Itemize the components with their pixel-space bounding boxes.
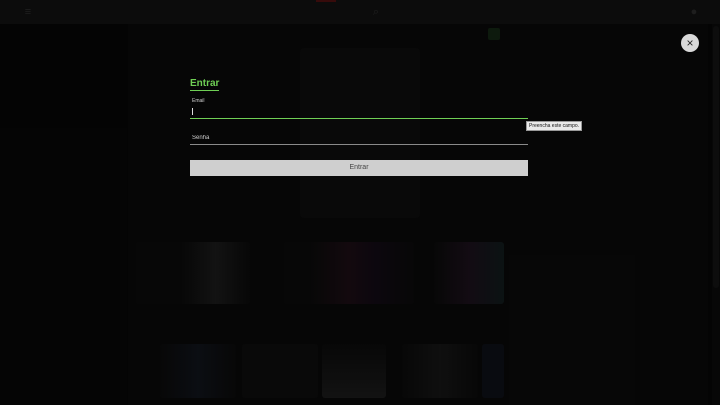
text-caret — [192, 108, 193, 115]
email-field[interactable] — [190, 104, 528, 119]
password-field[interactable] — [190, 131, 528, 145]
validation-tooltip: Preencha este campo. — [526, 121, 583, 131]
login-submit-button[interactable]: Entrar — [190, 160, 528, 176]
modal-overlay[interactable] — [0, 0, 720, 405]
close-button[interactable]: × — [681, 34, 699, 52]
login-title: Entrar — [190, 78, 220, 91]
